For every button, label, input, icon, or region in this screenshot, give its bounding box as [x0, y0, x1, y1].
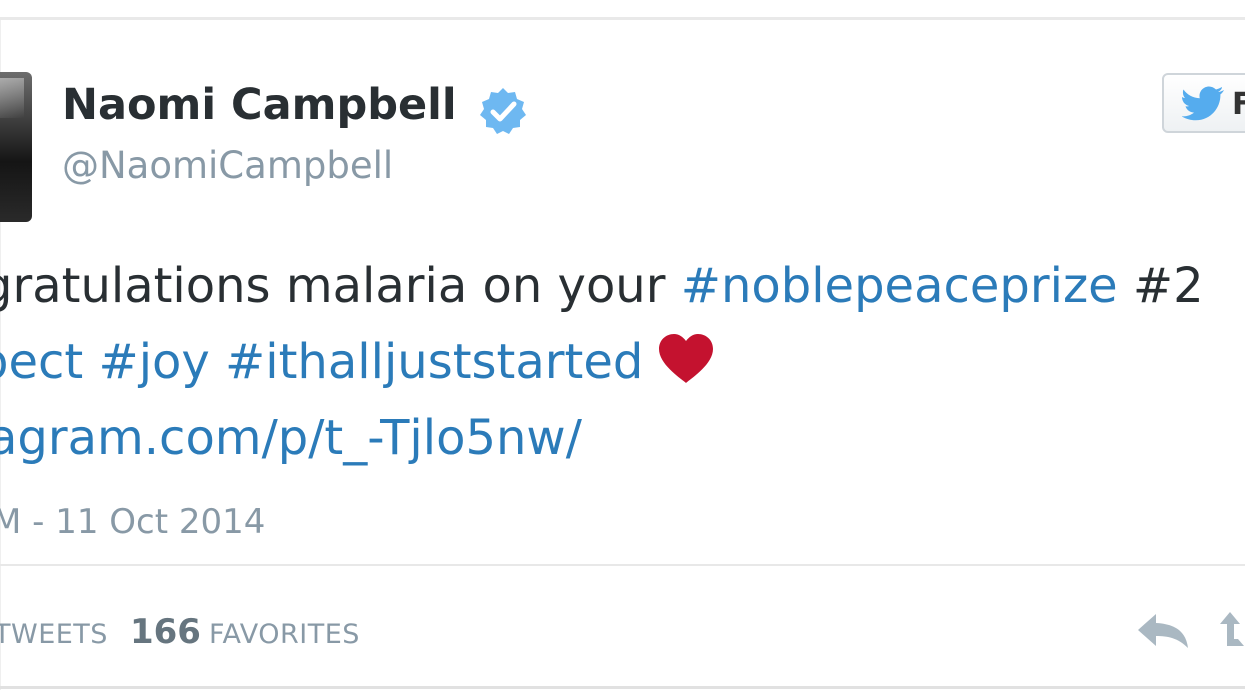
hashtag-links[interactable]: pect #joy #ithalljuststarted	[0, 334, 643, 390]
tweet-text-line-1: gratulations malaria on your #noblepeace…	[0, 258, 1204, 314]
stats-divider	[0, 564, 1245, 566]
reply-icon[interactable]	[1134, 610, 1192, 652]
tweet-text-line-2: pect #joy #ithalljuststarted	[0, 334, 715, 391]
follow-button[interactable]: F	[1162, 73, 1245, 133]
retweet-icon[interactable]	[1218, 610, 1245, 652]
heart-emoji-icon	[659, 334, 714, 383]
verified-badge-icon	[480, 88, 526, 134]
hashtag-partial[interactable]: #2	[1118, 258, 1204, 314]
card-bottom-border	[0, 686, 1245, 689]
avatar-highlight	[0, 78, 24, 118]
author-handle[interactable]: @NaomiCampbell	[62, 144, 393, 187]
retweets-label[interactable]: TWEETS	[0, 619, 108, 650]
avatar[interactable]	[0, 72, 32, 222]
favorites-count[interactable]: 166	[130, 612, 201, 652]
tweet-text-line-3: agram.com/p/t_-Tjlo5nw/	[0, 410, 582, 466]
follow-button-label: F	[1232, 87, 1245, 122]
tweet-text: gratulations malaria on your	[0, 258, 681, 314]
instagram-link[interactable]: agram.com/p/t_-Tjlo5nw/	[0, 410, 582, 466]
author-name[interactable]: Naomi Campbell	[62, 80, 457, 130]
card-top-border	[0, 17, 1245, 20]
tweet-timestamp[interactable]: M - 11 Oct 2014	[0, 502, 265, 542]
tweet-stats: TWEETS 166 FAVORITES	[0, 612, 360, 652]
hashtag-link[interactable]: #noblepeaceprize	[681, 258, 1118, 314]
twitter-bird-icon	[1182, 86, 1224, 121]
favorites-label[interactable]: FAVORITES	[209, 619, 360, 650]
